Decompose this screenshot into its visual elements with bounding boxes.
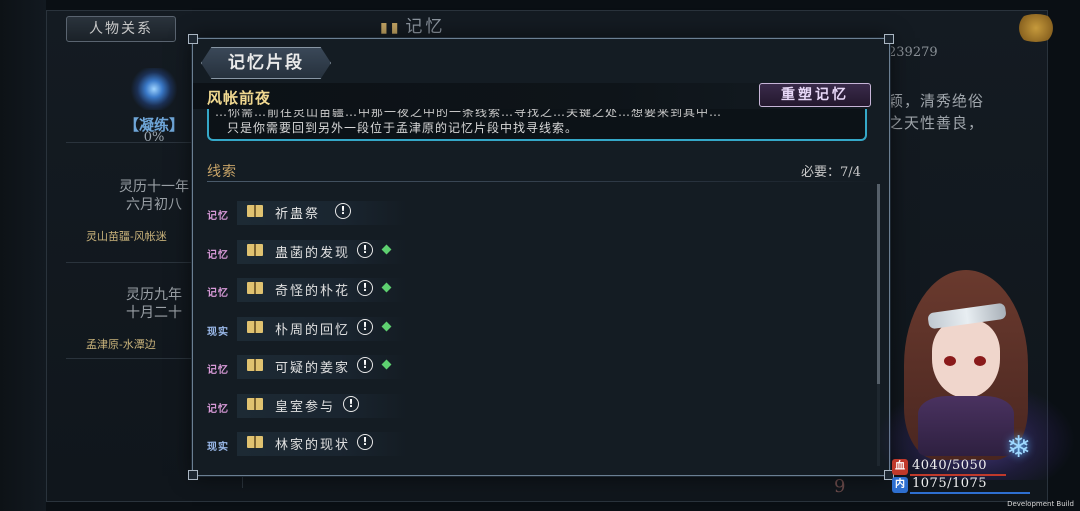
exclamation-icon: ! xyxy=(357,318,373,335)
required-clue-count: 必要：7/4 xyxy=(801,165,861,180)
hp-icon: 血 xyxy=(892,459,908,475)
clue-name: 蛊菡的发现 xyxy=(275,245,351,261)
character-face xyxy=(932,320,1000,398)
clue-name: 祈蛊祭 xyxy=(275,207,321,222)
book-icon xyxy=(247,397,263,410)
clue-item[interactable]: 记忆 蛊菡的发现 ! xyxy=(207,236,767,275)
character-bio-line: 颖，清秀绝俗 xyxy=(888,92,985,110)
character-number: 239279 xyxy=(888,45,938,60)
timeline-location: 孟津原-水潭边 xyxy=(86,338,156,351)
clue-type-tag: 记忆 xyxy=(207,211,229,222)
book-icon xyxy=(247,359,263,371)
clue-type-tag: 现实 xyxy=(207,442,229,453)
clue-section-header: 线索 xyxy=(207,164,237,180)
memory-header: ▮▮ 记忆 xyxy=(380,14,500,40)
dialog-corner-ornament xyxy=(188,34,198,44)
clue-name: 可疑的姜家 xyxy=(275,361,351,376)
dialog-title: 记忆片段 xyxy=(201,47,331,79)
hp-stat: 血 4040/5050 xyxy=(892,458,1042,476)
character-eye xyxy=(974,356,986,366)
clue-item[interactable]: 记忆 皇室参与 ! xyxy=(207,390,767,429)
clue-item[interactable]: 记忆 奇怪的朴花 ! xyxy=(207,274,767,313)
mp-stat: 内 1075/1075 xyxy=(892,476,1042,494)
fragment-title: 风帐前夜 xyxy=(207,89,272,107)
clue-item[interactable]: 现实 朴周的回忆 ! xyxy=(207,313,767,352)
clue-item[interactable]: 记忆 祈蛊祭 ! xyxy=(207,197,767,236)
clue-type-tag: 记忆 xyxy=(207,403,229,415)
book-icon: ▮▮ xyxy=(380,20,402,36)
glowing-orb-icon xyxy=(128,68,180,110)
clue-name: 林家的现状 xyxy=(275,438,351,453)
hp-value: 4040/5050 xyxy=(912,458,988,473)
character-robe xyxy=(918,396,1014,456)
exclamation-icon: ! xyxy=(335,203,351,219)
clue-type-tag: 记忆 xyxy=(207,365,229,376)
clue-list: 记忆 祈蛊祭 ! 记忆 蛊菡的发现 ! 记忆 奇怪的朴花 ! 现实 朴周的回忆 … xyxy=(207,197,767,467)
reshape-memory-button[interactable]: 重塑记忆 xyxy=(759,83,871,107)
clue-name: 朴周的回忆 xyxy=(275,322,351,338)
clue-type-tag: 记忆 xyxy=(207,249,229,261)
clue-item[interactable]: 现实 林家的现状 ! xyxy=(207,428,767,467)
left-rail-decoration xyxy=(0,0,46,511)
exclamation-icon: ! xyxy=(357,241,373,258)
clue-type-tag: 现实 xyxy=(207,326,229,338)
back-button[interactable] xyxy=(1012,14,1060,42)
clue-item[interactable]: 记忆 可疑的姜家 ! xyxy=(207,351,767,390)
mp-value: 1075/1075 xyxy=(912,476,988,491)
character-eye xyxy=(944,356,956,366)
book-icon xyxy=(247,320,263,333)
exclamation-icon: ! xyxy=(343,395,359,412)
book-icon xyxy=(247,243,263,256)
fragment-description: …你需…前往灵山苗疆…中那一夜之中的一条线索…寻找之…关键之处…想要来到其中… … xyxy=(207,109,867,141)
clue-type-tag: 记忆 xyxy=(207,288,229,299)
mp-icon: 内 xyxy=(892,477,908,493)
timeline-location: 灵山苗疆-风帐迷 xyxy=(86,230,167,243)
description-line: 只是你需要回到另外一段位于孟津原的记忆片段中找寻线索。 xyxy=(227,121,579,135)
memory-fragment-dialog: 记忆片段 风帐前夜 重塑记忆 …你需…前往灵山苗疆…中那一夜之中的一条线索…寻找… xyxy=(188,34,894,480)
book-icon xyxy=(247,282,263,294)
mp-bar xyxy=(910,492,1030,494)
clue-header-divider xyxy=(207,181,877,182)
page-number: 9 xyxy=(834,476,846,497)
clue-name: 皇室参与 xyxy=(275,399,336,415)
development-build-label: Development Build xyxy=(1007,500,1074,508)
memory-header-label: 记忆 xyxy=(405,17,446,37)
exclamation-icon: ! xyxy=(357,434,373,450)
dialog-corner-ornament xyxy=(884,34,894,44)
clue-name: 奇怪的朴花 xyxy=(275,284,351,299)
tab-character-relations[interactable]: 人物关系 xyxy=(66,16,176,42)
book-icon xyxy=(247,436,263,448)
book-icon xyxy=(247,205,263,217)
character-bio-line: 之天性善良， xyxy=(888,114,985,132)
clue-list-scroll-thumb[interactable] xyxy=(877,184,880,384)
exclamation-icon: ! xyxy=(357,280,373,296)
dialog-corner-ornament xyxy=(188,470,198,480)
exclamation-icon: ! xyxy=(357,357,373,373)
